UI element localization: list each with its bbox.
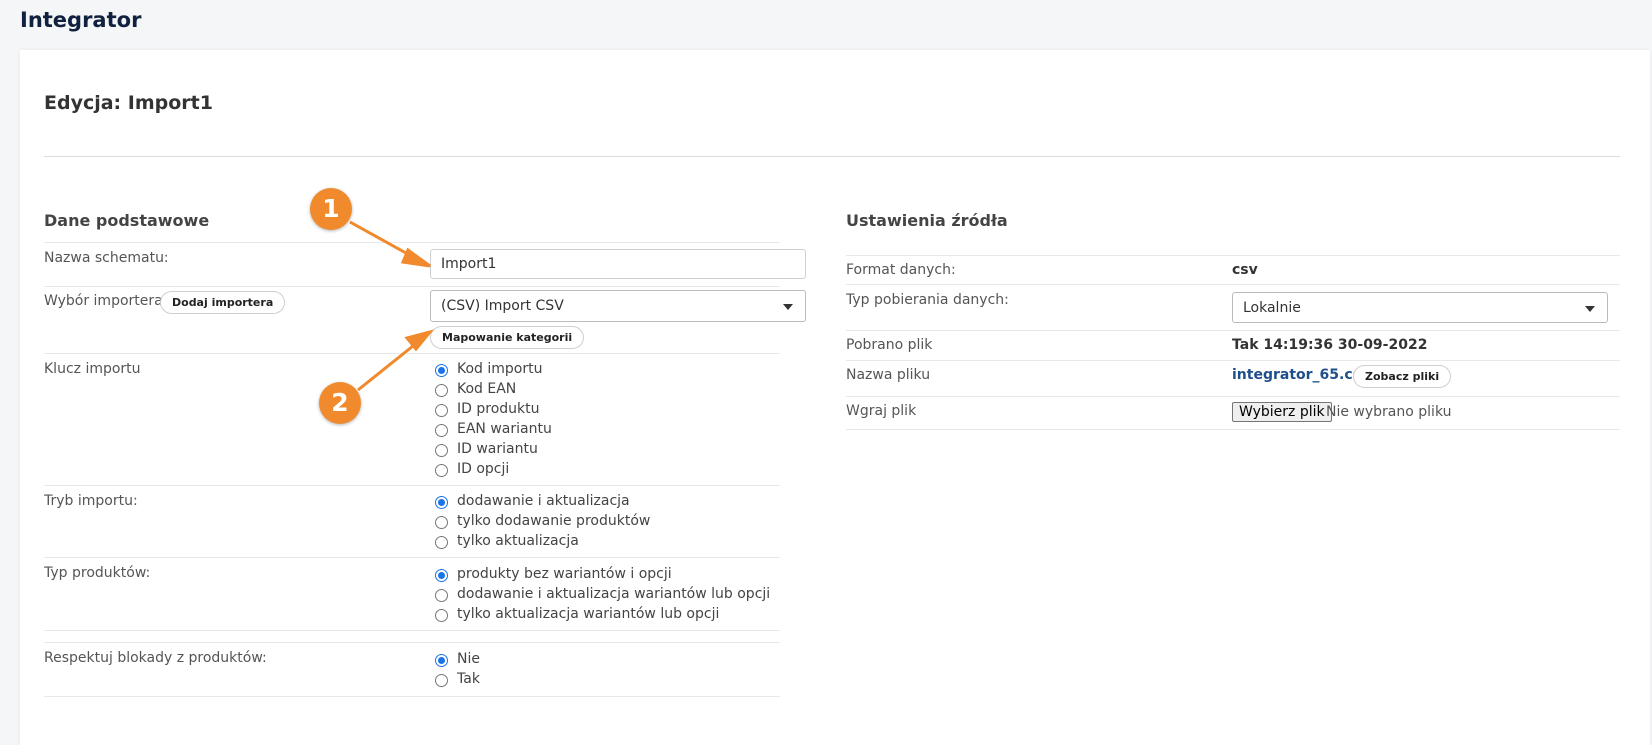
- arrow-1-line: [349, 220, 416, 260]
- annotation-badge-2: 2: [319, 382, 361, 424]
- annotation-badge-1: 1: [310, 188, 352, 230]
- arrow-2-line: [357, 340, 419, 392]
- arrow-1-head: [400, 247, 431, 268]
- annotation-arrows: [349, 220, 435, 392]
